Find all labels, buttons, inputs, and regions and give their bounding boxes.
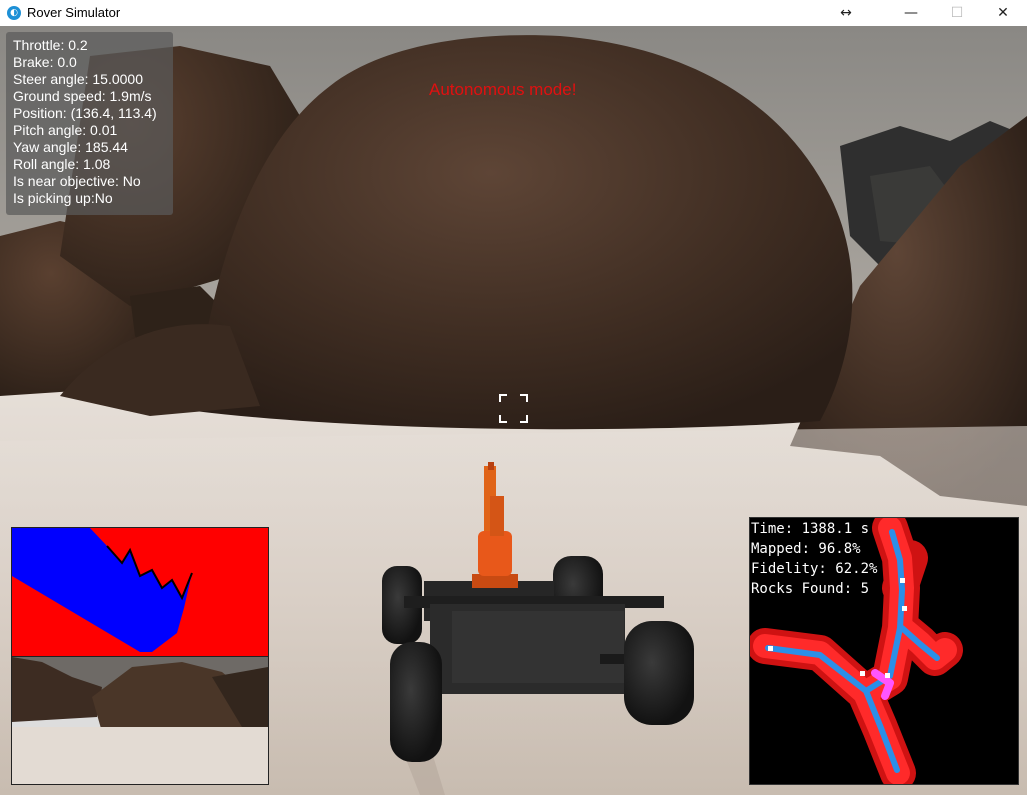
resize-arrows-icon[interactable]: ↔	[823, 0, 869, 26]
title-bar: ◐ Rover Simulator ↔ — ☐ ✕	[0, 0, 1027, 27]
simulator-viewport[interactable]: Throttle: 0.2 Brake: 0.0 Steer angle: 15…	[0, 26, 1027, 795]
position-readout: Position: (136.4, 113.4)	[13, 105, 157, 121]
close-button[interactable]: ✕	[980, 0, 1026, 26]
picking-up-readout: Is picking up:No	[13, 190, 113, 206]
rocks-found-count: Rocks Found: 5	[751, 581, 870, 597]
telemetry-panel: Throttle: 0.2 Brake: 0.0 Steer angle: 15…	[6, 32, 173, 215]
near-objective-readout: Is near objective: No	[13, 173, 141, 189]
unity-logo-icon: ◐	[7, 6, 21, 20]
throttle-readout: Throttle: 0.2	[13, 37, 88, 53]
maximize-button[interactable]: ☐	[934, 0, 980, 26]
mapped-percentage: Mapped: 96.8%	[751, 541, 861, 557]
ground-speed-readout: Ground speed: 1.9m/s	[13, 88, 152, 104]
worldmap-panel: Time: 1388.1 s Mapped: 96.8% Fidelity: 6…	[749, 517, 1019, 785]
crosshair-icon	[499, 394, 528, 423]
rover-camera-view	[11, 656, 269, 785]
window-title: Rover Simulator	[27, 5, 121, 20]
steer-angle-readout: Steer angle: 15.0000	[13, 71, 143, 87]
elapsed-time: Time: 1388.1 s	[751, 521, 870, 537]
brake-readout: Brake: 0.0	[13, 54, 77, 70]
navigable-terrain-overlay	[12, 528, 268, 658]
map-stats: Time: 1388.1 s Mapped: 96.8% Fidelity: 6…	[751, 519, 877, 599]
minimize-button[interactable]: —	[888, 0, 934, 26]
yaw-angle-readout: Yaw angle: 185.44	[13, 139, 128, 155]
camera-feed-image	[12, 657, 268, 784]
roll-angle-readout: Roll angle: 1.08	[13, 156, 111, 172]
autonomous-mode-banner: Autonomous mode!	[429, 80, 577, 99]
fidelity-percentage: Fidelity: 62.2%	[751, 561, 878, 577]
pitch-angle-readout: Pitch angle: 0.01	[13, 122, 118, 138]
